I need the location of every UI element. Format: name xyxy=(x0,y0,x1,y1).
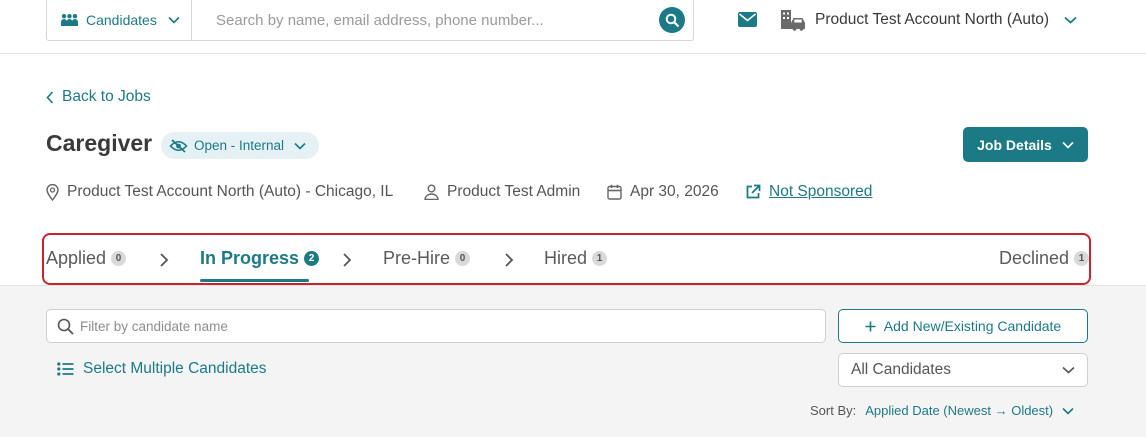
eye-slash-icon xyxy=(169,138,188,153)
account-name: Product Test Account North (Auto) xyxy=(815,11,1050,28)
candidate-type-select[interactable]: All Candidates xyxy=(838,353,1088,387)
select-multiple-button[interactable]: Select Multiple Candidates xyxy=(57,360,267,378)
chevron-down-icon xyxy=(168,16,180,24)
tab-in-progress[interactable]: In Progress 2 xyxy=(200,248,320,269)
add-candidate-label: Add New/Existing Candidate xyxy=(883,318,1062,334)
tab-count-badge: 2 xyxy=(304,251,320,266)
building-car-icon xyxy=(781,10,805,31)
job-recruiter: Product Test Admin xyxy=(424,181,580,203)
tab-count-badge: 0 xyxy=(455,251,471,266)
search-icon xyxy=(57,318,74,334)
search-button[interactable] xyxy=(659,7,685,33)
job-details-label: Job Details xyxy=(977,136,1052,153)
tab-count-badge: 1 xyxy=(1074,251,1090,266)
calendar-icon xyxy=(607,184,622,200)
job-recruiter-text: Product Test Admin xyxy=(447,183,581,200)
top-bar: Candidates Product Test Account North (A… xyxy=(0,0,1146,54)
chevron-down-icon xyxy=(294,142,306,150)
map-pin-icon xyxy=(46,183,59,201)
tab-label: Hired xyxy=(544,248,588,268)
chevron-right-icon xyxy=(505,253,514,267)
chevron-left-icon xyxy=(46,90,54,104)
mail-icon[interactable] xyxy=(738,12,757,27)
tab-hired[interactable]: Hired 1 xyxy=(544,248,608,269)
candidate-filter-input[interactable] xyxy=(80,318,825,334)
tab-label: Pre-Hire xyxy=(383,248,451,268)
tab-count-badge: 0 xyxy=(111,251,127,266)
job-status-label: Open - Internal xyxy=(194,138,285,153)
add-candidate-button[interactable]: Add New/Existing Candidate xyxy=(838,309,1088,343)
tab-declined[interactable]: Declined 1 xyxy=(999,248,1090,269)
job-status-select[interactable]: Open - Internal xyxy=(161,132,319,159)
tab-pre-hire[interactable]: Pre-Hire 0 xyxy=(383,248,471,269)
list-icon xyxy=(57,362,74,376)
select-multiple-label: Select Multiple Candidates xyxy=(83,360,267,377)
sponsorship-link[interactable]: Not Sponsored xyxy=(769,183,872,201)
chevron-down-icon xyxy=(1062,141,1074,149)
candidates-select-label: Candidates xyxy=(86,12,157,28)
job-location: Product Test Account North (Auto) - Chic… xyxy=(46,181,393,203)
sort-select[interactable]: Applied Date (Newest → Oldest) xyxy=(865,403,1074,418)
external-link-icon xyxy=(746,184,761,199)
tab-count-badge: 1 xyxy=(592,251,608,266)
job-location-text: Product Test Account North (Auto) - Chic… xyxy=(67,183,394,200)
search-icon xyxy=(665,13,679,27)
job-sponsorship: Not Sponsored xyxy=(745,181,872,203)
tab-label: Declined xyxy=(999,248,1070,268)
account-switcher[interactable]: Product Test Account North (Auto) xyxy=(780,8,1077,32)
job-details-button[interactable]: Job Details xyxy=(963,127,1088,162)
chevron-right-icon xyxy=(160,253,169,267)
back-to-jobs-label: Back to Jobs xyxy=(62,88,151,105)
sort-label: Sort By: xyxy=(810,403,857,418)
back-to-jobs-link[interactable]: Back to Jobs xyxy=(46,88,151,106)
chevron-down-icon xyxy=(1062,407,1074,415)
job-date: Apr 30, 2026 xyxy=(607,181,719,203)
sort-control: Sort By: Applied Date (Newest → Oldest) xyxy=(810,403,1074,418)
search-input[interactable] xyxy=(192,0,659,40)
plus-icon xyxy=(865,321,876,331)
active-tab-indicator xyxy=(200,279,309,282)
chevron-down-icon xyxy=(1062,366,1075,374)
chevron-right-icon xyxy=(343,253,352,267)
user-icon xyxy=(424,184,439,200)
global-search: Candidates xyxy=(46,0,694,41)
tab-label: In Progress xyxy=(200,248,300,268)
candidates-select[interactable]: Candidates xyxy=(47,0,192,40)
people-icon xyxy=(61,14,78,26)
sort-value: Applied Date (Newest → Oldest) xyxy=(865,403,1054,418)
job-title: Caregiver xyxy=(46,130,153,156)
candidate-filter xyxy=(46,309,826,343)
tab-applied[interactable]: Applied 0 xyxy=(46,248,127,269)
tab-label: Applied xyxy=(46,248,107,268)
candidate-type-value: All Candidates xyxy=(851,361,951,378)
job-date-text: Apr 30, 2026 xyxy=(630,183,719,200)
chevron-down-icon xyxy=(1064,16,1077,24)
